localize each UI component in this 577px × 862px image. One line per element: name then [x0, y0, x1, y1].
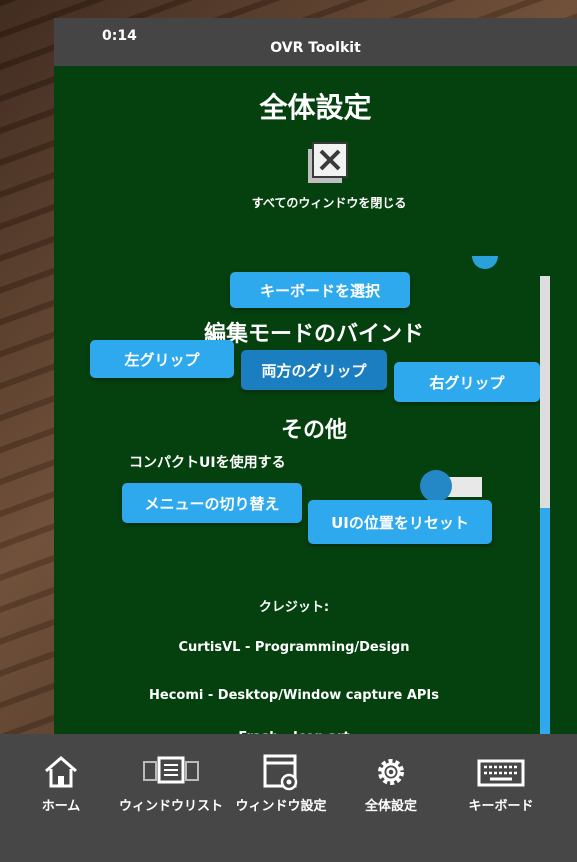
menu-toggle-button[interactable]: メニューの切り替え: [122, 483, 302, 523]
other-heading: その他: [280, 418, 347, 443]
app-title: OVR Toolkit: [270, 40, 361, 56]
toggle-knob: [420, 470, 452, 502]
nav-window-settings[interactable]: ウィンドウ設定: [226, 752, 336, 815]
credit-line: CurtisVL - Programming/Design: [178, 640, 410, 655]
both-grips-button[interactable]: 両方のグリップ: [241, 350, 387, 390]
gear-icon: [378, 759, 404, 785]
page-title: 全体設定: [259, 91, 372, 124]
nav-global-settings[interactable]: 全体設定: [336, 752, 446, 815]
close-all-windows-label: すべてのウィンドウを閉じる: [251, 196, 407, 210]
reset-ui-position-button[interactable]: UIの位置をリセット: [308, 500, 492, 544]
home-icon: [45, 756, 77, 788]
left-grip-button[interactable]: 左グリップ: [90, 340, 234, 378]
nav-home[interactable]: ホーム: [6, 752, 116, 815]
credits-heading: クレジット:: [258, 600, 330, 615]
bottom-nav: ホーム ウィンドウリスト ウィンドウ設定 全体設定 キーボード: [0, 734, 577, 862]
window-list-icon: [143, 756, 199, 784]
title-bar[interactable]: 0:14 OVR Toolkit: [54, 18, 577, 66]
select-keyboard-button[interactable]: キーボードを選択: [230, 272, 410, 308]
compact-ui-toggle[interactable]: [420, 470, 484, 502]
close-window-icon[interactable]: [306, 141, 350, 185]
compact-ui-label: コンパクトUIを使用する: [129, 455, 286, 471]
nav-keyboard[interactable]: キーボード: [446, 752, 556, 815]
nav-window-list[interactable]: ウィンドウリスト: [116, 752, 226, 815]
scroll-indicator: [472, 256, 498, 269]
keyboard-icon: [477, 759, 525, 787]
window-settings-icon: [263, 754, 298, 791]
credit-line: Hecomi - Desktop/Window capture APIs: [149, 688, 439, 703]
right-grip-button[interactable]: 右グリップ: [394, 362, 540, 402]
